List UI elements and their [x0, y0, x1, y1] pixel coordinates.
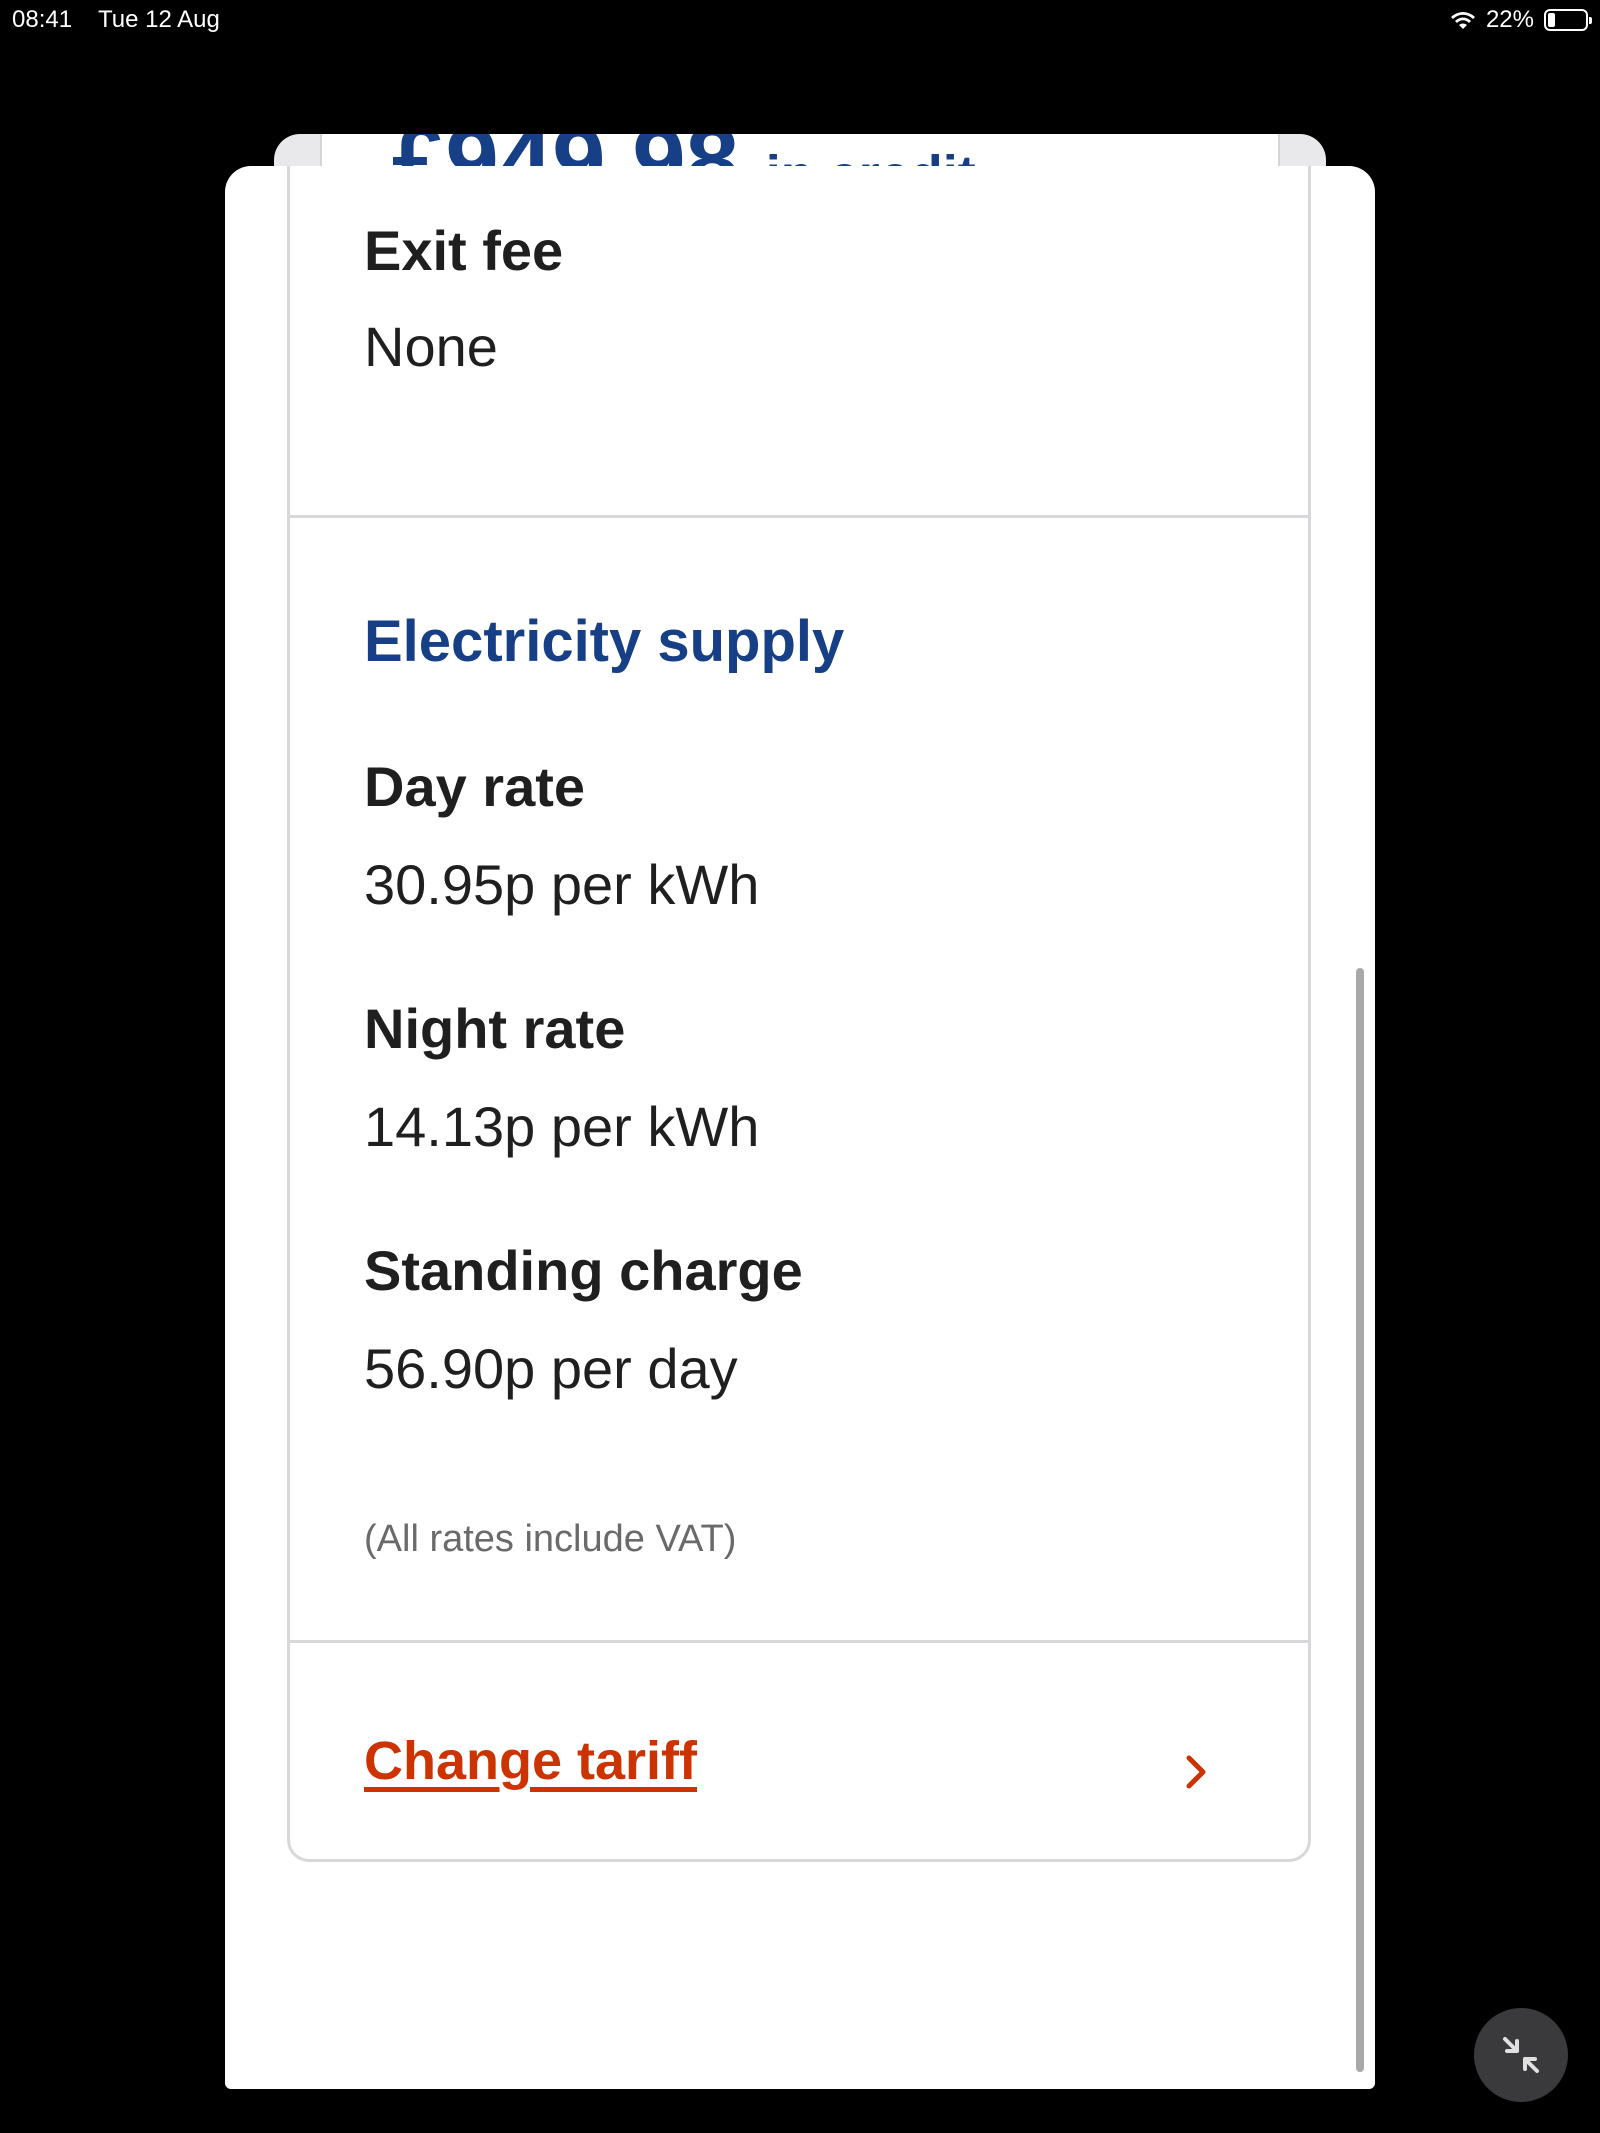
status-bar: 08:41 Tue 12 Aug 22%	[0, 0, 1600, 40]
status-date: Tue 12 Aug	[98, 6, 220, 33]
shrink-button[interactable]	[1474, 2008, 1568, 2102]
status-indicators: 22%	[1450, 6, 1592, 34]
chevron-right-icon[interactable]	[1176, 1752, 1216, 1792]
status-time: 08:41	[12, 6, 73, 33]
night-rate-value: 14.13p per kWh	[364, 1095, 760, 1158]
battery-percent: 22%	[1485, 6, 1534, 33]
divider	[290, 515, 1308, 518]
standing-charge-value: 56.90p per day	[364, 1337, 738, 1400]
exit-fee-label: Exit fee	[364, 219, 564, 282]
change-tariff-link[interactable]: Change tariff	[364, 1730, 697, 1792]
vat-note: (All rates include VAT)	[364, 1518, 737, 1560]
day-rate-value: 30.95p per kWh	[364, 853, 760, 916]
day-rate-label: Day rate	[364, 755, 586, 818]
standing-charge-label: Standing charge	[364, 1239, 803, 1302]
electricity-supply-title: Electricity supply	[364, 609, 845, 674]
tariff-details-sheet[interactable]: Exit fee None Electricity supply Day rat…	[225, 166, 1375, 2089]
tariff-card: Exit fee None Electricity supply Day rat…	[287, 166, 1311, 1862]
night-rate-label: Night rate	[364, 997, 626, 1060]
wifi-icon	[1450, 12, 1475, 29]
divider	[290, 1640, 1308, 1643]
exit-fee-value: None	[364, 315, 498, 378]
battery-icon	[1544, 9, 1592, 31]
shrink-arrows-icon	[1503, 2037, 1539, 2073]
scrollbar[interactable]	[1356, 968, 1364, 2072]
